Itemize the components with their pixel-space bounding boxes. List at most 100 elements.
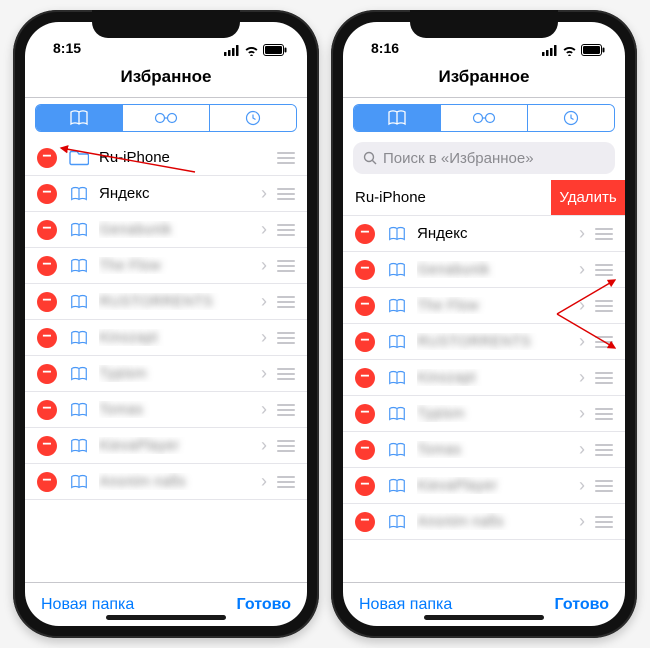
delete-toggle[interactable]: − [355,224,375,244]
delete-button[interactable]: Удалить [551,180,625,215]
drag-handle[interactable] [277,260,295,272]
row-label: Typism [99,365,261,382]
drag-handle[interactable] [595,480,613,492]
row-label: Ru-iPhone [99,149,277,166]
bookmark-icon [387,370,407,386]
notch [410,10,558,38]
bookmark-icon [387,478,407,494]
drag-handle[interactable] [595,408,613,420]
list-row[interactable]: −RUSTORRENTS› [25,284,307,320]
drag-handle[interactable] [595,300,613,312]
list-row[interactable]: − The Flow› [343,288,625,324]
chevron-right-icon: › [261,435,267,456]
list-row[interactable]: − Ru-iPhone [25,140,307,176]
list-row[interactable]: −Tomas› [25,392,307,428]
delete-toggle[interactable]: − [37,256,57,276]
delete-toggle[interactable]: − [37,184,57,204]
search-field[interactable]: Поиск в «Избранное» [353,142,615,174]
phone-mock-left: 8:15 Избранное − Ru-iPhone −Яндекс›−Genabu… [13,10,319,638]
delete-toggle[interactable]: − [37,292,57,312]
list-row[interactable]: −Kinozapt› [343,360,625,396]
home-indicator [424,615,544,620]
row-label: Anonim nafis [99,473,261,490]
drag-handle[interactable] [277,404,295,416]
drag-handle[interactable] [595,336,613,348]
delete-toggle[interactable]: − [355,512,375,532]
delete-toggle[interactable]: − [37,436,57,456]
list-row[interactable]: −Kinozapt› [25,320,307,356]
drag-handle[interactable] [595,516,613,528]
list-row[interactable]: −RUSTORRENTS› [343,324,625,360]
delete-toggle[interactable]: − [355,368,375,388]
row-label: Tomas [417,441,579,458]
segmented-control[interactable] [353,104,615,132]
chevron-right-icon: › [579,295,585,316]
delete-toggle[interactable]: − [37,472,57,492]
nav-header: Избранное [25,56,307,98]
bookmark-icon [69,366,89,382]
list-row[interactable]: −Anonim nafis› [343,504,625,540]
delete-toggle[interactable]: − [355,476,375,496]
segmented-control[interactable] [35,104,297,132]
list-row[interactable]: −The Flow› [25,248,307,284]
drag-handle[interactable] [595,444,613,456]
new-folder-button[interactable]: Новая папка [41,596,134,614]
bookmark-icon [387,262,407,278]
segment-bookmarks[interactable] [36,105,122,131]
delete-toggle[interactable]: − [37,400,57,420]
drag-handle[interactable] [595,264,613,276]
chevron-right-icon: › [579,331,585,352]
list-row[interactable]: −KievaPlayer› [343,468,625,504]
status-time: 8:15 [53,40,81,56]
delete-toggle[interactable]: − [37,220,57,240]
bookmark-icon [69,222,89,238]
segment-history[interactable] [209,105,296,131]
list-row[interactable]: −Genabunik› [343,252,625,288]
swipe-delete-row[interactable]: Ru-iPhone Удалить [343,180,625,216]
segment-reading-list[interactable] [122,105,209,131]
delete-toggle[interactable]: − [355,332,375,352]
glasses-icon [471,112,497,124]
drag-handle[interactable] [277,152,295,164]
delete-toggle[interactable]: − [37,148,57,168]
list-row[interactable]: −KievaPlayer› [25,428,307,464]
segment-history[interactable] [527,105,614,131]
delete-toggle[interactable]: − [37,328,57,348]
list-row[interactable]: −Яндекс› [25,176,307,212]
row-label: The Flow [417,297,579,314]
drag-handle[interactable] [277,224,295,236]
delete-toggle[interactable]: − [37,364,57,384]
list-row[interactable]: −Typism› [25,356,307,392]
chevron-right-icon: › [261,219,267,240]
delete-toggle[interactable]: − [355,440,375,460]
list-row[interactable]: −Genabunik› [25,212,307,248]
chevron-right-icon: › [261,183,267,204]
delete-toggle[interactable]: − [355,260,375,280]
list-row[interactable]: −Anonim nafis› [25,464,307,500]
chevron-right-icon: › [579,403,585,424]
drag-handle[interactable] [595,372,613,384]
bookmark-icon [69,438,89,454]
delete-toggle[interactable]: − [355,404,375,424]
segment-reading-list[interactable] [440,105,527,131]
bookmark-icon [387,334,407,350]
delete-toggle[interactable]: − [355,296,375,316]
new-folder-button[interactable]: Новая папка [359,596,452,614]
drag-handle[interactable] [277,188,295,200]
list-row[interactable]: −Typism› [343,396,625,432]
drag-handle[interactable] [277,368,295,380]
drag-handle[interactable] [277,440,295,452]
drag-handle[interactable] [595,228,613,240]
drag-handle[interactable] [277,332,295,344]
search-placeholder: Поиск в «Избранное» [383,150,534,167]
list-row[interactable]: −Яндекс› [343,216,625,252]
drag-handle[interactable] [277,476,295,488]
list-row[interactable]: −Tomas› [343,432,625,468]
drag-handle[interactable] [277,296,295,308]
done-button[interactable]: Готово [555,596,609,614]
done-button[interactable]: Готово [237,596,291,614]
battery-icon [581,44,605,56]
row-label: Anonim nafis [417,513,579,530]
wifi-icon [562,45,577,56]
segment-bookmarks[interactable] [354,105,440,131]
